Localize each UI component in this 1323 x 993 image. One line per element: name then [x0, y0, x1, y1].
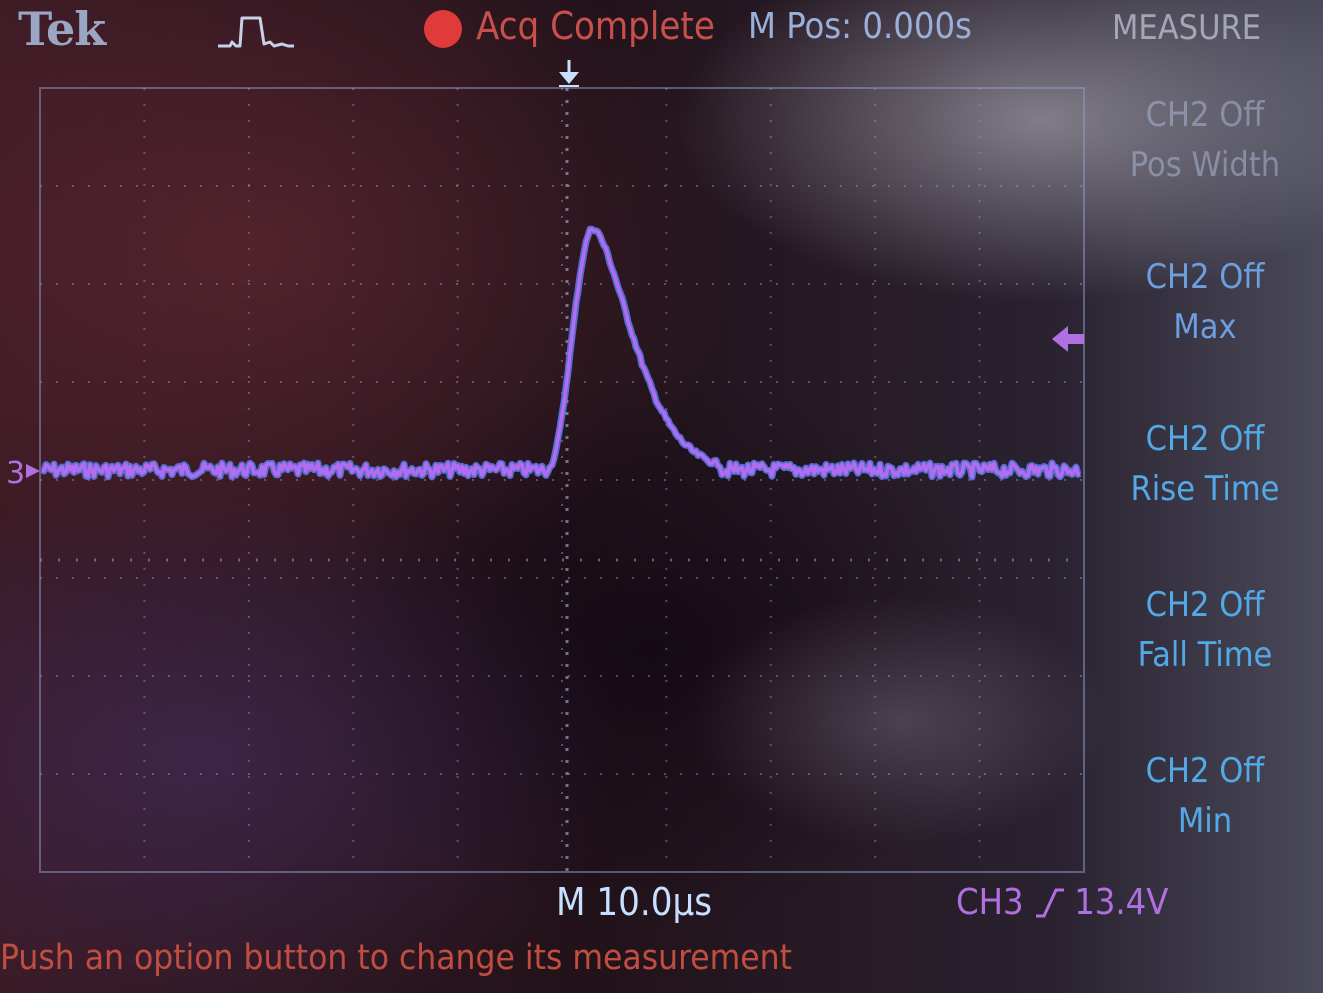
menu-option-3-line1: CH2 Off [1145, 419, 1265, 459]
channel-marker-arrow-icon [26, 464, 40, 478]
waveform-trace-glow [40, 225, 1082, 481]
channel-3-marker: 3 [6, 456, 40, 491]
graticule-border [39, 87, 1085, 873]
channel-marker-label: 3 [6, 456, 25, 491]
menu-option-1-line2: Pos Width [1129, 145, 1281, 185]
menu-option-4-line1: CH2 Off [1145, 585, 1265, 625]
selected-option-arrow-icon [1052, 326, 1084, 352]
menu-option-4-line2: Fall Time [1137, 635, 1273, 675]
menu-option-5-line1: CH2 Off [1145, 751, 1265, 791]
rising-edge-icon [1035, 888, 1064, 918]
trigger-level: 13.4V [1074, 882, 1169, 923]
menu-option-2-line1: CH2 Off [1145, 257, 1265, 297]
menu-option-3[interactable]: CH2 Off Rise Time [1100, 414, 1310, 514]
help-message: Push an option button to change its meas… [0, 938, 792, 978]
measure-side-menu: CH2 Off Pos Width CH2 Off Max CH2 Off Ri… [1100, 90, 1320, 850]
trigger-channel: CH3 [956, 882, 1024, 923]
timebase-readout: M 10.0µs [556, 880, 713, 924]
menu-option-5-line2: Min [1177, 801, 1233, 841]
menu-option-4[interactable]: CH2 Off Fall Time [1100, 580, 1310, 680]
menu-option-1[interactable]: CH2 Off Pos Width [1100, 90, 1310, 190]
menu-option-2-line2: Max [1173, 307, 1237, 347]
menu-option-1-line1: CH2 Off [1145, 95, 1265, 135]
oscilloscope-screen: Tek Acq Complete M Pos: 0.000s MEASURE 3… [0, 0, 1323, 993]
trigger-readout: CH3 13.4V [956, 882, 1168, 923]
menu-option-2[interactable]: CH2 Off Max [1100, 252, 1310, 352]
graticule [39, 87, 1085, 873]
menu-option-5[interactable]: CH2 Off Min [1100, 746, 1310, 846]
menu-option-3-line2: Rise Time [1130, 469, 1280, 509]
waveform-trace [40, 225, 1082, 481]
